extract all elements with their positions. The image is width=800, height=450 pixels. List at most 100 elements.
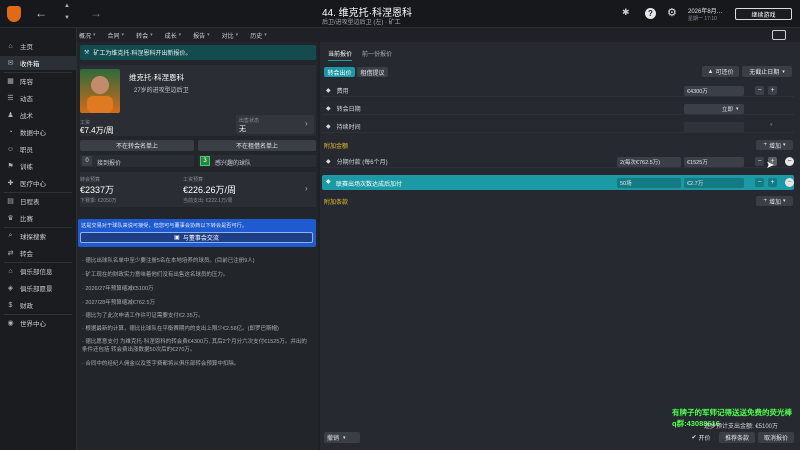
clause-count[interactable]: 50场 xyxy=(617,178,681,188)
nav-world[interactable]: ◉ 世界中心 xyxy=(0,316,77,330)
player-photo xyxy=(80,69,120,113)
club-logo[interactable] xyxy=(7,6,21,22)
subtab-compare[interactable]: 对比 xyxy=(222,31,239,40)
decrease-icon[interactable]: − xyxy=(755,157,764,166)
decrease-icon[interactable]: − xyxy=(755,178,764,187)
bulb-icon[interactable]: ✱ xyxy=(622,7,632,19)
date-text: 2026年8月… xyxy=(688,9,723,15)
increase-icon[interactable]: + xyxy=(768,178,777,187)
tab-current-offer[interactable]: 当前报价 xyxy=(328,49,353,61)
back-arrow-icon[interactable]: ← xyxy=(35,6,47,20)
wrench-icon: ⚒ xyxy=(84,50,90,56)
can-offer-button[interactable]: ▲ 可还价 xyxy=(702,66,739,77)
chevron-up-icon[interactable]: ▲ xyxy=(64,3,70,9)
staff-icon: ☺ xyxy=(6,145,15,153)
undo-dropdown[interactable]: 撤销 ▾ xyxy=(324,432,360,443)
squad-icon: ▦ xyxy=(7,78,14,85)
nav-club-info[interactable]: ⌂ 俱乐部信息 xyxy=(0,264,77,278)
info-bullet: · 德比出球队名单中至少要注册5名在本地培养的球员。(目前已注册9人) xyxy=(82,258,255,264)
nav-club-vision[interactable]: ◈ 俱乐部愿景 xyxy=(0,281,77,295)
subtab-contract[interactable]: 合同 xyxy=(108,31,125,40)
chevron-down-icon[interactable]: ▼ xyxy=(64,15,70,21)
deadline-dropdown[interactable]: 无截止日期 ▾ xyxy=(742,66,792,77)
cancel-offer-button[interactable]: 取消报价 xyxy=(758,432,794,443)
player-name: 维克托·科涅恩科 xyxy=(129,73,184,82)
clause-value[interactable]: €2.7万 xyxy=(684,178,744,188)
chevron-down-icon: ▾ xyxy=(782,68,785,75)
mouse-cursor-icon: ➤ xyxy=(766,160,775,171)
fee-input[interactable]: €4300万 xyxy=(684,86,744,96)
chevron-right-icon: › xyxy=(305,119,308,128)
installment-count[interactable]: 2(每次€762.5万) xyxy=(617,157,681,167)
continue-button[interactable]: 继续游戏 xyxy=(735,8,792,20)
calendar-icon: ▤ xyxy=(7,198,14,205)
nav-finances[interactable]: $ 财政 xyxy=(0,298,77,312)
nav-transfers[interactable]: ⇄ 转会 xyxy=(0,246,77,260)
nav-scouting[interactable]: ⌕ 球探搜索 xyxy=(0,229,77,243)
top-bar: ← ▲ ▼ → 44. 维克托·科涅恩科 后卫/进攻型边后卫 (左) · 矿工 … xyxy=(0,0,800,28)
subtab-history[interactable]: 历史 xyxy=(250,31,267,40)
sidebar: ⌂ 主页 ✉ 收件箱 ▦ 阵容 ☰ 动态 ♟ 战术 ◔ 数据中心 ☺ 职员 ⚑ 训练 ✚ 医疗中心… xyxy=(0,28,77,450)
forward-arrow-icon[interactable]: → xyxy=(90,6,102,20)
nav-label: 俱乐部愿景 xyxy=(20,286,53,293)
nav-label: 俱乐部信息 xyxy=(20,269,53,276)
dynamics-icon: ☰ xyxy=(7,95,14,102)
nav-medical[interactable]: ✚ 医疗中心 xyxy=(0,176,77,190)
nav-inbox[interactable]: ✉ 收件箱 xyxy=(0,56,77,70)
interest-count: 3 xyxy=(200,156,210,166)
decrease-icon[interactable]: − xyxy=(755,86,764,95)
vision-icon: ◈ xyxy=(7,285,14,292)
tab-previous-offer[interactable]: 前一份报价 xyxy=(362,49,392,58)
nav-tactics[interactable]: ♟ 战术 xyxy=(0,108,77,122)
date-select[interactable]: 立即 ▾ xyxy=(684,104,744,114)
nav-training[interactable]: ⚑ 训练 xyxy=(0,159,77,173)
make-offer-label: 开价 xyxy=(698,436,711,442)
nav-schedule[interactable]: ▤ 日程表 xyxy=(0,194,77,208)
nav-home[interactable]: ⌂ 主页 xyxy=(0,39,77,53)
layout-icon[interactable] xyxy=(772,30,786,40)
recommend-terms-button[interactable]: 推荐条款 xyxy=(719,432,755,443)
nav-label: 世界中心 xyxy=(20,321,46,328)
remove-icon[interactable]: − xyxy=(785,178,794,187)
nav-competitions[interactable]: ♛ 比赛 xyxy=(0,211,77,225)
nav-data-hub[interactable]: ◔ 数据中心 xyxy=(0,125,77,139)
date-subtext: 星期一 17:10 xyxy=(688,16,717,22)
clock-icon: ◆ xyxy=(326,123,331,130)
nav-label: 财政 xyxy=(20,303,33,310)
toggle-transfer-offer[interactable]: 转会出价 xyxy=(324,67,355,77)
advice-text: 这是交易对于球队来说可接受，但您可与董事会协商以下转会是否可行。 xyxy=(81,223,248,229)
board-talk-button[interactable]: ▣ 与董事会交流 xyxy=(80,232,313,243)
help-icon[interactable]: ? xyxy=(645,8,656,19)
installment-value[interactable]: €1525万 xyxy=(684,157,744,167)
toggle-loan-offer[interactable]: 租借提议 xyxy=(357,67,388,77)
subtab-transfer[interactable]: 转会 xyxy=(136,31,153,40)
info-bullet: · 合同中的经纪人佣金以及签字费都将从俱乐部转会预算中扣除。 xyxy=(82,361,240,367)
info-bullet: · 德比为了此次申请工作许可证需要支付€2.35万。 xyxy=(82,313,204,319)
nav-staff[interactable]: ☺ 职员 xyxy=(0,142,77,156)
subtab-development[interactable]: 成长 xyxy=(165,31,182,40)
make-offer-button[interactable]: ✔ 开价 xyxy=(686,432,716,443)
duration-select[interactable] xyxy=(684,122,744,132)
transfer-list-button[interactable]: 不在转会名单上 xyxy=(80,140,194,151)
chevron-right-icon[interactable]: › xyxy=(305,184,308,193)
interest-label: 感兴趣的球队 xyxy=(215,161,252,167)
scout-icon: ⌕ xyxy=(8,232,13,239)
remove-icon[interactable]: − xyxy=(785,157,794,166)
gear-icon[interactable]: ⚙ xyxy=(667,6,677,19)
nav-squad[interactable]: ▦ 阵容 xyxy=(0,74,77,88)
nav-label: 训练 xyxy=(20,164,33,171)
subtab-reports[interactable]: 报告 xyxy=(193,31,210,40)
chevron-down-icon: ▾ xyxy=(343,434,346,441)
add-condition-button[interactable]: + 增加 ▾ xyxy=(756,196,793,206)
loan-list-button[interactable]: 不在租借名单上 xyxy=(198,140,316,151)
chevron-down-icon: ▾ xyxy=(770,122,773,128)
plus-icon: + xyxy=(763,198,767,204)
subtab-overview[interactable]: 概况 xyxy=(79,31,96,40)
increase-icon[interactable]: + xyxy=(768,86,777,95)
nav-dynamics[interactable]: ☰ 动态 xyxy=(0,91,77,105)
add-extra-button[interactable]: + 增加 ▾ xyxy=(756,140,793,150)
money-bag-icon: ◆ xyxy=(326,87,331,94)
deadline-label: 无截止日期 xyxy=(749,70,780,76)
wage-budget-sub: 当前支出: €222.1万/周 xyxy=(183,198,233,204)
chevron-down-icon: ▾ xyxy=(783,198,786,204)
